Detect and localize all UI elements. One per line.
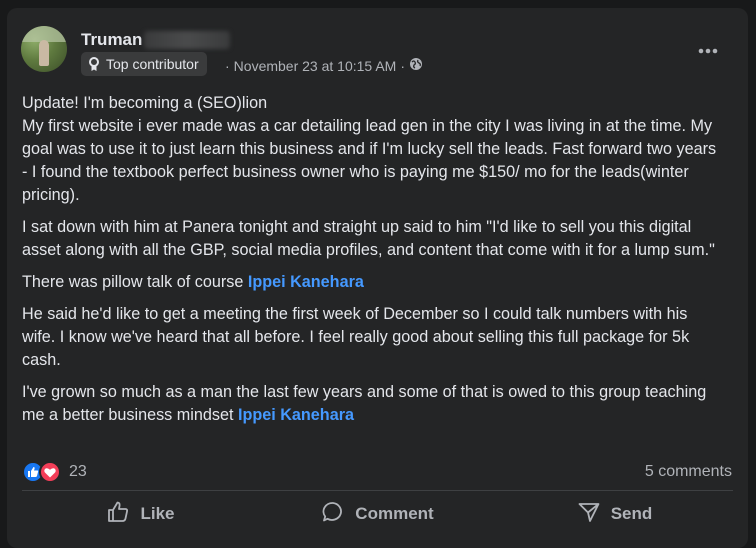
comments-count[interactable]: 5 comments xyxy=(645,463,732,481)
post-text: My first website i ever made was a car d… xyxy=(22,117,717,204)
post-paragraph: Update! I'm becoming a (SEO)lion My firs… xyxy=(22,92,722,207)
post-card: Truman Top contributor · November 23 at … xyxy=(7,8,748,548)
post-text: I've grown so much as a man the last few… xyxy=(22,383,707,424)
post-text: There was pillow talk of course xyxy=(22,273,248,291)
send-button[interactable]: Send xyxy=(496,495,733,533)
action-bar: Like Comment Send xyxy=(22,495,733,533)
post-text: Update! I'm becoming a (SEO)lion xyxy=(22,94,268,112)
post-meta: · November 23 at 10:15 AM · xyxy=(225,57,423,74)
comment-label: Comment xyxy=(355,504,434,523)
meta-separator: · xyxy=(225,57,230,74)
post-text: I sat down with him at Panera tonight an… xyxy=(22,218,715,259)
avatar-figure xyxy=(39,40,49,66)
send-icon xyxy=(577,500,601,529)
post-paragraph: I sat down with him at Panera tonight an… xyxy=(22,216,722,262)
send-label: Send xyxy=(610,504,653,523)
post-paragraph: He said he'd like to get a meeting the f… xyxy=(22,303,722,372)
love-reaction-icon xyxy=(39,461,61,483)
post-paragraph: I've grown so much as a man the last few… xyxy=(22,381,722,427)
like-button[interactable]: Like xyxy=(22,495,259,533)
top-contributor-badge[interactable]: Top contributor xyxy=(81,52,207,76)
badge-label: Top contributor xyxy=(106,56,199,72)
comment-icon xyxy=(321,500,345,529)
reaction-summary[interactable]: 23 xyxy=(22,461,87,483)
comment-button[interactable]: Comment xyxy=(259,495,496,533)
meta-separator: · xyxy=(400,57,405,74)
post-body: Update! I'm becoming a (SEO)lion My firs… xyxy=(22,92,722,436)
divider xyxy=(22,490,733,491)
like-label: Like xyxy=(140,504,175,523)
avatar[interactable] xyxy=(21,26,67,72)
post-paragraph: There was pillow talk of course Ippei Ka… xyxy=(22,271,722,294)
mention-link[interactable]: Ippei Kanehara xyxy=(238,406,354,424)
redacted-surname xyxy=(144,31,230,49)
post-text: He said he'd like to get a meeting the f… xyxy=(22,305,690,369)
mention-link[interactable]: Ippei Kanehara xyxy=(248,273,364,291)
reaction-count: 23 xyxy=(69,463,87,480)
more-options-icon[interactable] xyxy=(694,42,722,60)
like-icon xyxy=(106,500,130,529)
badge-icon xyxy=(87,56,101,72)
globe-icon xyxy=(409,57,423,74)
author-name[interactable]: Truman xyxy=(81,30,142,50)
post-timestamp[interactable]: November 23 at 10:15 AM xyxy=(234,58,397,74)
